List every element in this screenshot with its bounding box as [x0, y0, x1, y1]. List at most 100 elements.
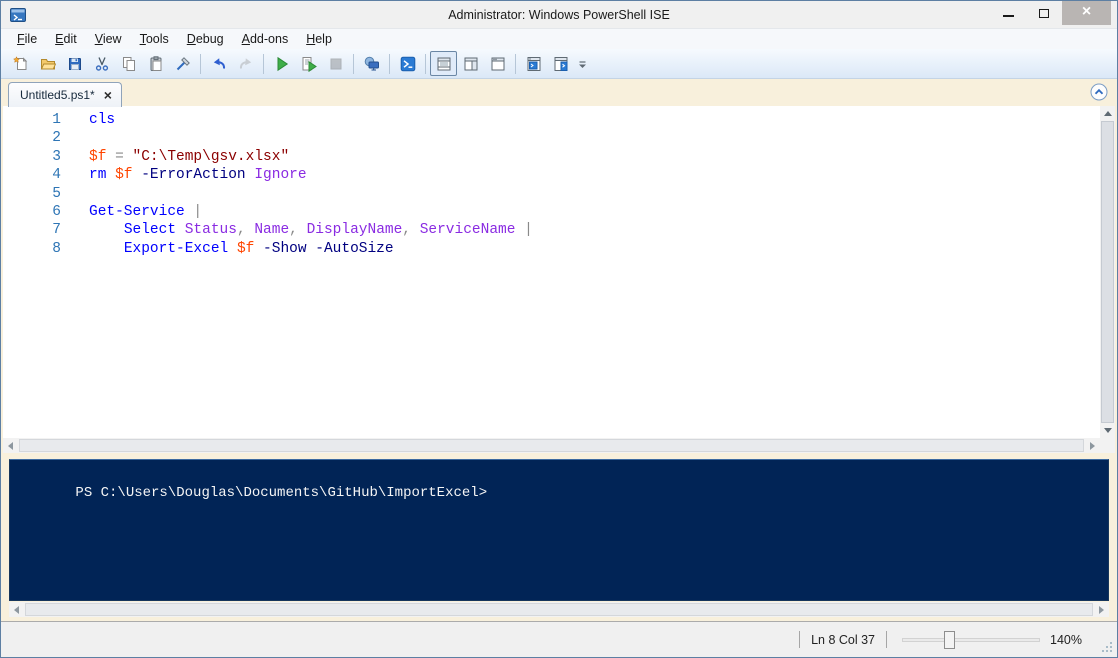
toolbar-separator — [389, 54, 390, 74]
code-text: Export-Excel $f -Show -AutoSize — [89, 241, 394, 259]
redo-icon — [238, 56, 254, 72]
line-number: 6 — [3, 204, 61, 222]
line-number: 8 — [3, 241, 61, 259]
triangle-right-icon — [1099, 606, 1104, 614]
code-line: 1 cls — [3, 112, 1115, 130]
toolbar-separator — [353, 54, 354, 74]
horizontal-scroll-thumb[interactable] — [19, 439, 1084, 452]
close-button[interactable]: × — [1062, 1, 1111, 25]
paste-button[interactable] — [142, 51, 169, 76]
maximize-icon — [1039, 9, 1049, 18]
window-controls: × — [990, 1, 1117, 28]
triangle-up-icon — [1104, 111, 1112, 116]
new-powershell-tab-icon — [526, 56, 542, 72]
clear-console-pane-icon — [175, 56, 191, 72]
clear-console-pane-button[interactable] — [169, 51, 196, 76]
undo-button[interactable] — [205, 51, 232, 76]
cursor-position: Ln 8 Col 37 — [811, 633, 875, 647]
start-powershell-icon — [400, 56, 416, 72]
menu-addons[interactable]: Add-ons — [233, 30, 298, 48]
toolbar-buttons — [7, 51, 574, 76]
code-line: 8 Export-Excel $f -Show -AutoSize — [3, 241, 1115, 259]
tab-close-icon[interactable]: × — [104, 89, 112, 101]
console-pane[interactable]: PS C:\Users\Douglas\Documents\GitHub\Imp… — [9, 459, 1109, 601]
editor-horizontal-scrollbar[interactable] — [3, 438, 1100, 453]
menu-bar: FileEditViewToolsDebugAdd-onsHelp — [1, 28, 1117, 49]
vertical-scroll-thumb[interactable] — [1101, 121, 1114, 423]
show-script-pane-top-icon — [436, 56, 452, 72]
menu-edit[interactable]: Edit — [46, 30, 86, 48]
console-prompt: PS C:\Users\Douglas\Documents\GitHub\Imp… — [75, 485, 487, 501]
open-script-icon — [40, 56, 56, 72]
new-script-button[interactable] — [7, 51, 34, 76]
show-script-pane-right-button[interactable] — [457, 51, 484, 76]
show-script-pane-maximized-button[interactable] — [484, 51, 511, 76]
minimize-button[interactable] — [990, 1, 1026, 25]
script-pane[interactable]: 1cls23$f = "C:\Temp\gsv.xlsx"4rm $f -Err… — [3, 106, 1115, 453]
toolbar — [1, 49, 1117, 79]
menu-debug[interactable]: Debug — [178, 30, 233, 48]
run-selection-button[interactable] — [295, 51, 322, 76]
run-script-icon — [274, 56, 290, 72]
code-line: 7 Select Status, Name, DisplayName, Serv… — [3, 222, 1115, 240]
save-script-button[interactable] — [61, 51, 88, 76]
triangle-left-icon — [8, 442, 13, 450]
start-powershell-button[interactable] — [394, 51, 421, 76]
open-script-button[interactable] — [34, 51, 61, 76]
scroll-left-button[interactable] — [3, 438, 18, 453]
zoom-slider-thumb[interactable] — [944, 631, 955, 649]
toolbar-overflow-icon — [577, 56, 588, 72]
code-text: cls — [89, 112, 115, 130]
scroll-down-button[interactable] — [1100, 423, 1115, 438]
stop-operation-button[interactable] — [322, 51, 349, 76]
line-number: 1 — [3, 112, 61, 130]
tab-label: Untitled5.ps1* — [20, 88, 95, 102]
line-number: 3 — [3, 149, 61, 167]
minimize-icon — [1003, 15, 1014, 17]
show-command-addon-icon — [553, 56, 569, 72]
menu-tools[interactable]: Tools — [131, 30, 178, 48]
copy-button[interactable] — [115, 51, 142, 76]
code-text: Select Status, Name, DisplayName, Servic… — [89, 222, 533, 240]
chevron-up-circle-icon — [1090, 83, 1108, 101]
horizontal-scroll-thumb[interactable] — [25, 603, 1093, 616]
triangle-left-icon — [14, 606, 19, 614]
resize-grip-icon[interactable] — [1098, 638, 1114, 654]
scrollbar-corner — [1100, 438, 1115, 453]
console-horizontal-scrollbar[interactable] — [9, 602, 1109, 617]
scroll-right-button[interactable] — [1085, 438, 1100, 453]
menu-file[interactable]: File — [8, 30, 46, 48]
line-number: 2 — [3, 130, 61, 148]
editor-vertical-scrollbar[interactable] — [1100, 106, 1115, 438]
cut-button[interactable] — [88, 51, 115, 76]
menu-help[interactable]: Help — [297, 30, 341, 48]
undo-icon — [211, 56, 227, 72]
menu-view[interactable]: View — [86, 30, 131, 48]
scroll-up-button[interactable] — [1100, 106, 1115, 121]
cut-icon — [94, 56, 110, 72]
code-text: $f = "C:\Temp\gsv.xlsx" — [89, 149, 289, 167]
triangle-down-icon — [1104, 428, 1112, 433]
zoom-slider[interactable] — [902, 638, 1040, 642]
run-script-button[interactable] — [268, 51, 295, 76]
maximize-button[interactable] — [1026, 1, 1062, 25]
zoom-level: 140% — [1050, 633, 1082, 647]
toolbar-separator — [515, 54, 516, 74]
scroll-left-button[interactable] — [9, 602, 24, 617]
tab-untitled5[interactable]: Untitled5.ps1* × — [8, 82, 122, 107]
collapse-script-pane-button[interactable] — [1090, 83, 1108, 101]
code-text: Get-Service | — [89, 204, 202, 222]
show-script-pane-top-button[interactable] — [430, 51, 457, 76]
new-powershell-tab-button[interactable] — [520, 51, 547, 76]
toolbar-options-button[interactable] — [577, 56, 588, 72]
show-script-pane-right-icon — [463, 56, 479, 72]
redo-button[interactable] — [232, 51, 259, 76]
scroll-right-button[interactable] — [1094, 602, 1109, 617]
tab-row: Untitled5.ps1* × — [1, 79, 1117, 106]
code-line: 6 Get-Service | — [3, 204, 1115, 222]
new-remote-powershell-tab-button[interactable] — [358, 51, 385, 76]
line-number: 7 — [3, 222, 61, 240]
triangle-right-icon — [1090, 442, 1095, 450]
toolbar-separator — [200, 54, 201, 74]
show-command-addon-button[interactable] — [547, 51, 574, 76]
